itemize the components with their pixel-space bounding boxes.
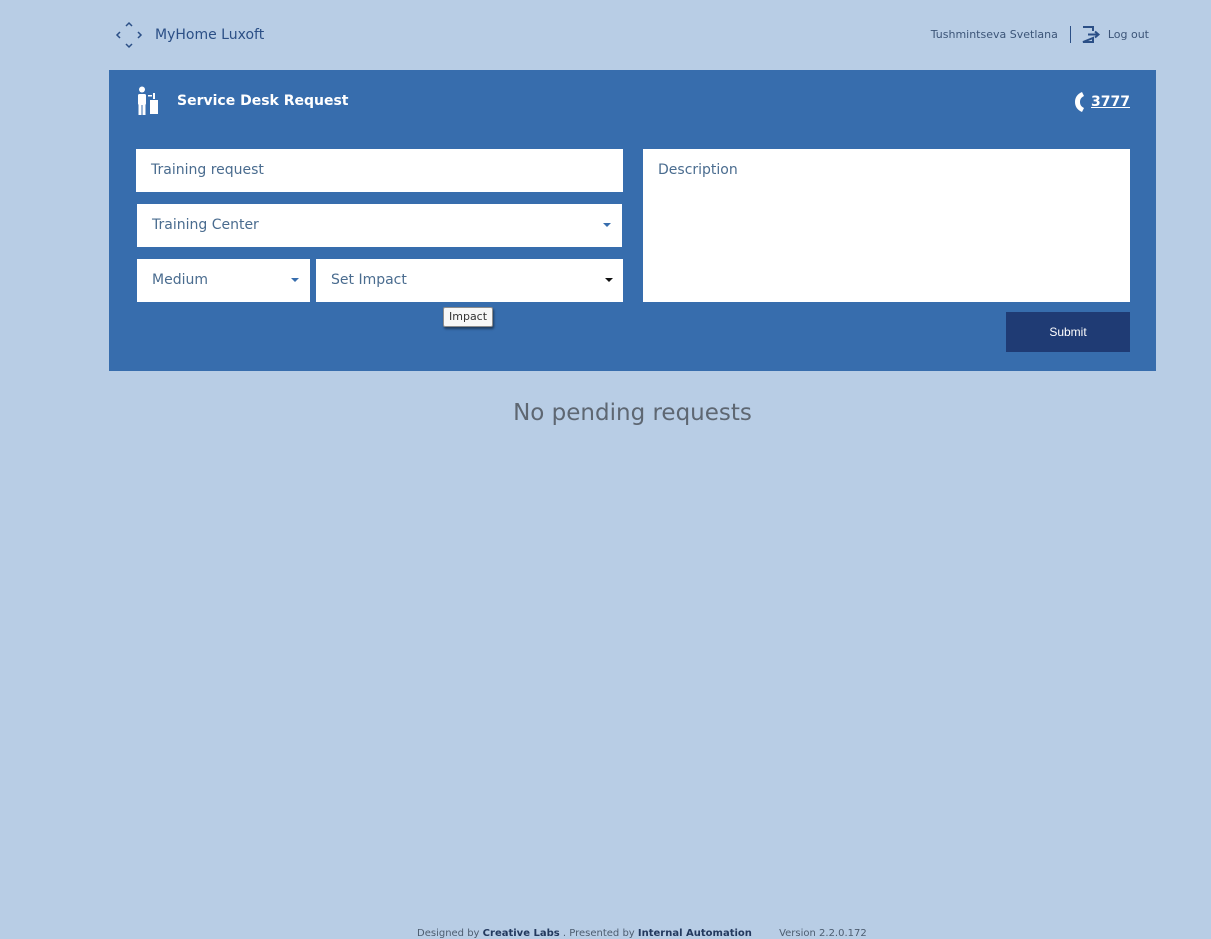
impact-value: Set Impact [331, 272, 407, 288]
phone-number-link[interactable]: 3777 [1091, 94, 1130, 110]
footer-designed-prefix: Designed by [417, 928, 480, 939]
service-desk-panel: Service Desk Request 3777 Training reque… [109, 70, 1156, 371]
phone-icon [1075, 92, 1085, 112]
panel-title: Service Desk Request [177, 93, 349, 109]
impact-select[interactable]: Set Impact [316, 259, 623, 302]
phone-contact: 3777 [1074, 91, 1130, 113]
priority-value: Medium [152, 272, 208, 288]
service-desk-icon [138, 86, 158, 115]
footer-presented-prefix: . Presented by [562, 928, 635, 939]
category-value: Training Center [152, 217, 259, 233]
caret-down-icon [291, 278, 299, 282]
footer: Designed by Creative Labs . Presented by… [417, 928, 867, 939]
version-text: Version 2.2.0.172 [779, 928, 867, 939]
brand-name: MyHome Luxoft [155, 27, 265, 43]
submit-button[interactable]: Submit [1006, 312, 1130, 352]
category-select[interactable]: Training Center [137, 204, 622, 247]
caret-down-icon [605, 278, 613, 282]
brand[interactable]: MyHome Luxoft [115, 21, 264, 49]
subject-input[interactable]: Training request [136, 149, 623, 192]
caret-down-icon [603, 223, 611, 227]
logout-link[interactable]: Log out [1082, 26, 1149, 43]
description-textarea[interactable]: Description [643, 149, 1130, 302]
user-area: Tushmintseva Svetlana Log out [931, 26, 1149, 43]
impact-tooltip: Impact [443, 307, 494, 327]
divider [1069, 26, 1071, 43]
priority-select[interactable]: Medium [137, 259, 310, 302]
designer-link[interactable]: Creative Labs [483, 928, 560, 939]
panel-header: Service Desk Request [136, 86, 349, 116]
logout-icon [1082, 26, 1100, 43]
empty-state-message: No pending requests [513, 400, 752, 426]
logout-label: Log out [1107, 28, 1149, 41]
user-name: Tushmintseva Svetlana [930, 28, 1058, 41]
top-bar: MyHome Luxoft Tushmintseva Svetlana Log … [0, 0, 1211, 70]
presenter-link[interactable]: Internal Automation [638, 928, 752, 939]
expand-logo-icon [115, 21, 143, 49]
